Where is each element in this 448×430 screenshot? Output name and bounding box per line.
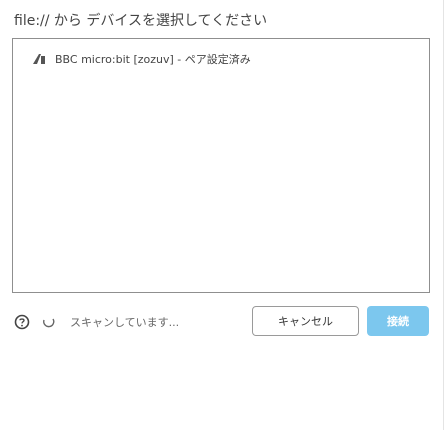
device-item-label: BBC micro:bit [zozuv] - ペア設定済み <box>55 53 251 66</box>
device-list-item[interactable]: BBC micro:bit [zozuv] - ペア設定済み <box>31 51 251 67</box>
scan-status-text: スキャンしています... <box>70 316 180 329</box>
cancel-button[interactable]: キャンセル <box>252 306 359 336</box>
search-spinner-icon <box>42 315 56 329</box>
device-chooser-dialog: file:// から デバイスを選択してください BBC micro:bit [… <box>0 0 448 430</box>
device-list: BBC micro:bit [zozuv] - ペア設定済み <box>12 38 430 293</box>
help-icon[interactable] <box>14 314 30 330</box>
dialog-footer: スキャンしています... キャンセル 接続 <box>12 305 432 341</box>
dialog-title: file:// から デバイスを選択してください <box>14 13 268 29</box>
device-usb-icon <box>31 52 47 66</box>
window-edge <box>443 0 444 430</box>
connect-button[interactable]: 接続 <box>367 306 429 336</box>
